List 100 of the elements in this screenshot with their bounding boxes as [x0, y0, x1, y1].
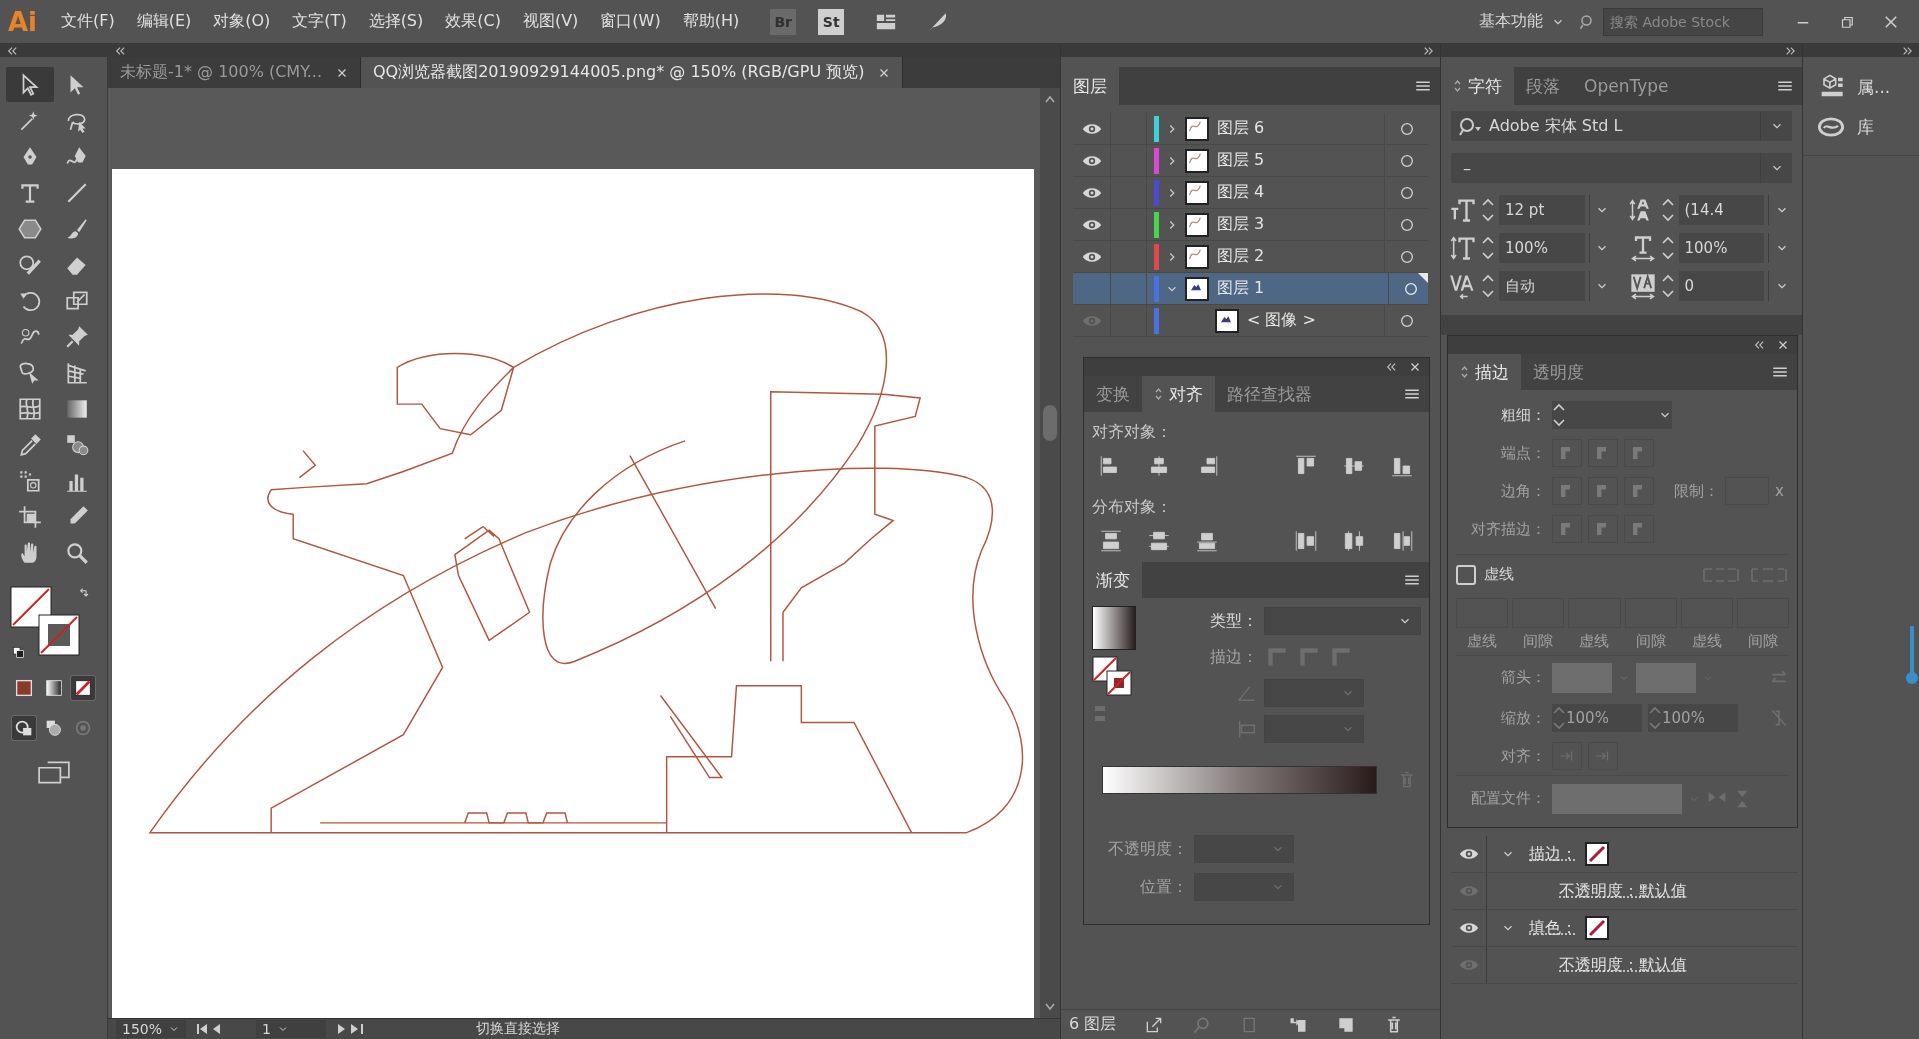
- document-tab[interactable]: 未标题-1* @ 100% (CMY...: [120, 62, 322, 83]
- expand-icon: [1460, 365, 1469, 379]
- scroll-down-icon[interactable]: [1044, 1002, 1056, 1012]
- field-label: 粗细：: [1500, 405, 1546, 425]
- checkbox-label: 虚线: [1484, 565, 1514, 584]
- menu-item[interactable]: 选择(S): [359, 7, 433, 36]
- collapse-icon[interactable]: [114, 45, 126, 56]
- weight-field[interactable]: [1552, 401, 1672, 429]
- fill-stroke-swatch[interactable]: [1092, 656, 1132, 696]
- scrollbar-thumb[interactable]: [1043, 405, 1057, 441]
- layer-row[interactable]: 图层 5: [1073, 145, 1428, 177]
- close-icon[interactable]: [1777, 339, 1789, 351]
- artboard-field[interactable]: 1: [262, 1021, 271, 1037]
- dock-item[interactable]: 属...: [1803, 67, 1919, 107]
- menu-item[interactable]: 文字(T): [283, 7, 356, 36]
- collapse-icon[interactable]: [1901, 45, 1913, 56]
- menu-item[interactable]: 视图(V): [513, 7, 588, 36]
- value-field[interactable]: 12 pt: [1499, 195, 1585, 225]
- panel-tab[interactable]: 变换: [1084, 376, 1142, 412]
- value-field[interactable]: (14.4: [1678, 195, 1764, 225]
- target-icon[interactable]: [1398, 152, 1415, 169]
- target-icon[interactable]: [1402, 280, 1419, 297]
- field-label: 配置文件：: [1470, 789, 1546, 808]
- close-icon[interactable]: [1409, 361, 1421, 373]
- fill-swatch[interactable]: [10, 586, 52, 628]
- appearance-row[interactable]: 不透明度：默认值: [1451, 873, 1798, 910]
- target-icon[interactable]: [1398, 216, 1415, 233]
- value-field[interactable]: 自动: [1499, 271, 1585, 301]
- target-icon[interactable]: [1398, 312, 1415, 329]
- dropdown-field[interactable]: [1194, 835, 1294, 863]
- none-swatch[interactable]: [1585, 916, 1609, 940]
- font-family-field[interactable]: Adobe 宋体 Std L: [1451, 111, 1792, 141]
- none-swatch[interactable]: [1585, 842, 1609, 866]
- dropdown-field[interactable]: [1264, 715, 1364, 743]
- menu-item[interactable]: 编辑(E): [127, 7, 201, 36]
- dropdown-field[interactable]: [1264, 607, 1421, 635]
- attribute-label[interactable]: 不透明度：默认值: [1559, 880, 1687, 902]
- hscale-icon: [1628, 234, 1657, 262]
- app-button[interactable]: St: [818, 8, 845, 35]
- font-style-field[interactable]: –: [1451, 153, 1792, 183]
- panel-tab[interactable]: OpenType: [1572, 67, 1681, 105]
- layer-row[interactable]: < 图像 >: [1073, 305, 1428, 337]
- pin-tool-icon: [64, 323, 91, 350]
- gradient-ramp[interactable]: [1102, 766, 1378, 794]
- appearance-row[interactable]: 填色：: [1451, 910, 1798, 947]
- stroke-swatch[interactable]: [38, 614, 80, 656]
- layer-row[interactable]: 图层 6: [1073, 113, 1428, 145]
- collapse-icon[interactable]: [1422, 45, 1434, 56]
- value-field[interactable]: 100%: [1499, 233, 1585, 263]
- distribute-icon[interactable]: [1098, 528, 1124, 554]
- status-text: 切换直接选择: [476, 1020, 561, 1038]
- mesh-tool-icon: [16, 395, 43, 422]
- tool-button[interactable]: [6, 67, 54, 102]
- close-icon[interactable]: [878, 66, 891, 79]
- collapse-icon[interactable]: [1753, 340, 1765, 350]
- attribute-label[interactable]: 描边：: [1529, 843, 1577, 865]
- close-icon[interactable]: [335, 66, 348, 79]
- value-field[interactable]: 0: [1678, 271, 1764, 301]
- menu-item[interactable]: 对象(O): [204, 7, 280, 36]
- panel-tab[interactable]: 图层: [1061, 67, 1119, 105]
- layer-row[interactable]: 图层 4: [1073, 177, 1428, 209]
- section-label: 对齐对象：: [1091, 421, 1173, 443]
- appearance-row[interactable]: 描边：: [1451, 836, 1798, 873]
- target-icon[interactable]: [1398, 120, 1415, 137]
- scroll-up-icon[interactable]: [1044, 94, 1056, 104]
- layer-row[interactable]: 图层 3: [1073, 209, 1428, 241]
- layer-name: 图层 6: [1217, 118, 1266, 139]
- collapse-icon[interactable]: [1784, 45, 1796, 56]
- value-field[interactable]: 100%: [1678, 233, 1764, 263]
- collapse-icon[interactable]: [6, 45, 18, 56]
- appearance-row[interactable]: 不透明度：默认值: [1451, 947, 1798, 984]
- arrowhead-field[interactable]: [1552, 662, 1612, 693]
- draw-mode-button[interactable]: [12, 716, 36, 740]
- attribute-label[interactable]: 填色：: [1529, 917, 1577, 939]
- menu-item[interactable]: 文件(F): [52, 7, 124, 36]
- menu-item[interactable]: 窗口(W): [591, 7, 670, 36]
- layer-name: 图层 1: [1217, 278, 1266, 299]
- search-field[interactable]: 搜索 Adobe Stock: [1603, 7, 1763, 36]
- arrowhead-field[interactable]: [1636, 662, 1696, 693]
- color-mode-button[interactable]: [71, 676, 95, 700]
- dock-item[interactable]: 库: [1803, 107, 1919, 147]
- profile-field[interactable]: [1552, 783, 1682, 814]
- attribute-label[interactable]: 不透明度：默认值: [1559, 954, 1687, 976]
- menu-item[interactable]: 效果(C): [436, 7, 510, 36]
- panel-tab[interactable]: 路径查找器: [1215, 376, 1324, 412]
- panel-tab[interactable]: 字符: [1441, 67, 1514, 105]
- target-icon[interactable]: [1398, 248, 1415, 265]
- layer-row[interactable]: 图层 1: [1073, 273, 1428, 305]
- handle-icon[interactable]: [1905, 626, 1919, 686]
- field-label: 虚线: [1466, 632, 1499, 651]
- panel-tab[interactable]: 段落: [1514, 67, 1572, 105]
- collapse-icon[interactable]: [1385, 362, 1397, 372]
- target-icon[interactable]: [1398, 184, 1415, 201]
- dropdown-field[interactable]: [1194, 873, 1294, 901]
- gradient-swatch[interactable]: [1092, 606, 1136, 650]
- workspace-switcher[interactable]: 基本功能: [1469, 11, 1575, 32]
- dropdown-field[interactable]: [1264, 679, 1364, 707]
- menu-item[interactable]: 帮助(H): [673, 7, 749, 36]
- panel-tab[interactable]: 对齐: [1142, 376, 1215, 412]
- expand-icon: [1154, 387, 1163, 401]
